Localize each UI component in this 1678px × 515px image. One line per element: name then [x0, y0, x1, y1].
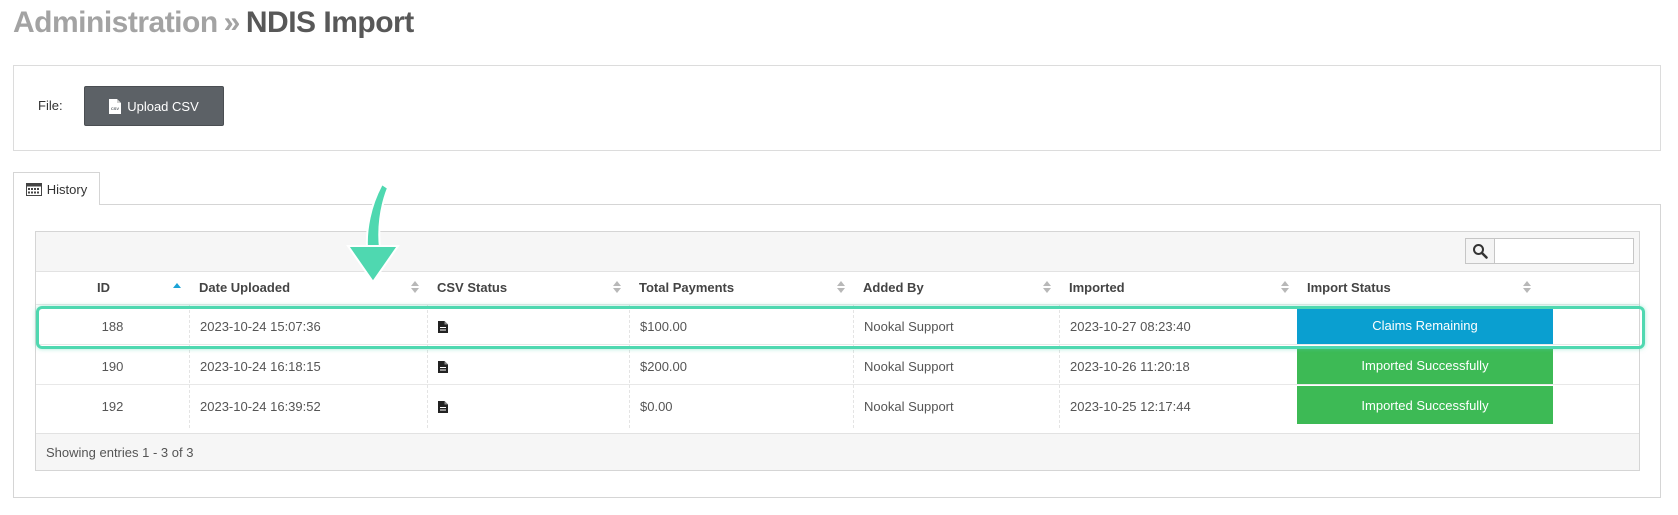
cell-imported: 2023-10-26 11:20:18 — [1059, 345, 1297, 388]
cell-id-text: 190 — [101, 359, 124, 374]
grid-header-row: ID Date Uploaded CSV Status Total Paymen… — [36, 271, 1639, 304]
column-header-label: Import Status — [1307, 280, 1391, 295]
column-header-label: Total Payments — [639, 280, 735, 295]
cell-date-uploaded: 2023-10-24 16:39:52 — [189, 385, 427, 428]
cell-csv-status — [427, 385, 629, 428]
table-row[interactable]: 190 2023-10-24 16:18:15 $200.00 Nookal S… — [36, 344, 1639, 388]
cell-imported-text: 2023-10-25 12:17:44 — [1070, 399, 1191, 414]
column-header-label: ID — [97, 280, 110, 295]
pagination-summary: Showing entries 1 - 3 of 3 — [46, 444, 194, 460]
sort-ascending-icon — [173, 283, 181, 288]
cell-added-by: Nookal Support — [853, 305, 1059, 348]
column-header-id[interactable]: ID — [36, 271, 189, 304]
sort-icon — [1281, 281, 1289, 293]
cell-id-text: 192 — [101, 399, 124, 414]
column-header-date-uploaded[interactable]: Date Uploaded — [189, 271, 427, 304]
search-button[interactable] — [1465, 238, 1495, 264]
cell-added-by: Nookal Support — [853, 385, 1059, 428]
status-badge[interactable]: Claims Remaining — [1297, 306, 1553, 344]
cell-imported-text: 2023-10-27 08:23:40 — [1070, 319, 1191, 334]
cell-id: 192 — [36, 385, 189, 428]
column-header-label: Date Uploaded — [199, 280, 291, 295]
cell-date-uploaded-text: 2023-10-24 15:07:36 — [200, 319, 321, 334]
column-header-label: CSV Status — [437, 280, 508, 295]
table-row[interactable]: 192 2023-10-24 16:39:52 $0.00 Nookal Sup… — [36, 384, 1639, 428]
cell-added-by-text: Nookal Support — [864, 319, 954, 334]
sort-icon — [613, 281, 621, 293]
history-tab-panel: ID Date Uploaded CSV Status Total Paymen… — [13, 204, 1661, 498]
table-row[interactable]: 188 2023-10-24 15:07:36 $100.00 Nookal S… — [36, 304, 1639, 348]
cell-total-payments-text: $0.00 — [640, 399, 673, 414]
tab-history[interactable]: History — [13, 172, 100, 205]
document-icon[interactable] — [438, 360, 448, 373]
cell-date-uploaded-text: 2023-10-24 16:18:15 — [200, 359, 321, 374]
cell-date-uploaded: 2023-10-24 16:18:15 — [189, 345, 427, 388]
cell-total-payments: $100.00 — [629, 305, 853, 348]
cell-id: 188 — [36, 305, 189, 348]
search-input[interactable] — [1494, 238, 1634, 264]
cell-imported-text: 2023-10-26 11:20:18 — [1070, 359, 1190, 374]
cell-added-by-text: Nookal Support — [864, 399, 954, 414]
column-header-added-by[interactable]: Added By — [853, 271, 1059, 304]
cell-imported: 2023-10-25 12:17:44 — [1059, 385, 1297, 428]
file-upload-panel: File: CSV Upload CSV — [13, 65, 1661, 151]
cell-added-by: Nookal Support — [853, 345, 1059, 388]
sort-icon — [1523, 281, 1531, 293]
grid-toolbar — [36, 232, 1639, 272]
sort-icon — [1043, 281, 1051, 293]
history-grid: ID Date Uploaded CSV Status Total Paymen… — [35, 231, 1640, 471]
upload-csv-button[interactable]: CSV Upload CSV — [84, 86, 224, 126]
cell-total-payments-text: $100.00 — [640, 319, 687, 334]
document-icon[interactable] — [438, 400, 448, 413]
column-header-imported[interactable]: Imported — [1059, 271, 1297, 304]
column-header-import-status[interactable]: Import Status — [1297, 271, 1539, 304]
column-header-label: Added By — [863, 280, 924, 295]
upload-csv-label: Upload CSV — [127, 98, 199, 114]
sort-icon — [411, 281, 419, 293]
csv-file-icon: CSV — [109, 98, 122, 114]
status-badge[interactable]: Imported Successfully — [1297, 346, 1553, 384]
column-header-csv-status[interactable]: CSV Status — [427, 271, 629, 304]
breadcrumb-separator: » — [223, 6, 241, 39]
cell-total-payments-text: $200.00 — [640, 359, 687, 374]
file-label: File: — [38, 98, 63, 113]
column-header-total-payments[interactable]: Total Payments — [629, 271, 853, 304]
status-badge[interactable]: Imported Successfully — [1297, 386, 1553, 424]
cell-total-payments: $0.00 — [629, 385, 853, 428]
document-icon[interactable] — [438, 320, 448, 333]
breadcrumb-administration[interactable]: Administration — [13, 6, 218, 39]
cell-added-by-text: Nookal Support — [864, 359, 954, 374]
cell-date-uploaded: 2023-10-24 15:07:36 — [189, 305, 427, 348]
tab-history-label: History — [46, 181, 88, 197]
page-title: Administration» NDIS Import — [13, 6, 414, 40]
breadcrumb-current: NDIS Import — [245, 6, 414, 39]
search-icon — [1473, 244, 1488, 259]
calendar-icon — [25, 183, 42, 196]
sort-icon — [837, 281, 845, 293]
cell-id: 190 — [36, 345, 189, 388]
cell-imported: 2023-10-27 08:23:40 — [1059, 305, 1297, 348]
cell-csv-status — [427, 305, 629, 348]
column-header-label: Imported — [1069, 280, 1125, 295]
cell-id-text: 188 — [101, 319, 124, 334]
cell-csv-status — [427, 345, 629, 388]
cell-total-payments: $200.00 — [629, 345, 853, 388]
grid-footer: Showing entries 1 - 3 of 3 — [36, 433, 1639, 470]
cell-date-uploaded-text: 2023-10-24 16:39:52 — [200, 399, 321, 414]
svg-text:CSV: CSV — [111, 106, 120, 111]
